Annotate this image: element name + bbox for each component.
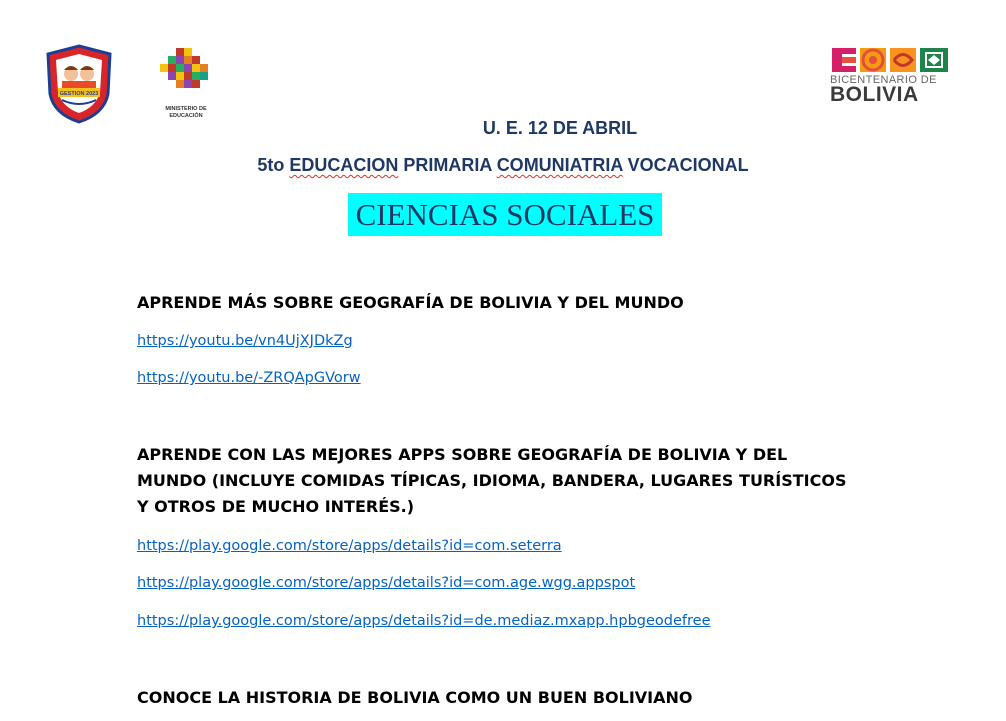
svg-text:GESTION 2023: GESTION 2023 — [60, 91, 99, 97]
bicentenario-logo: BICENTENARIO DE BOLIVIA — [830, 46, 952, 106]
grade-prefix: 5to — [257, 155, 290, 175]
school-crest-logo: GESTION 2023 — [44, 44, 114, 124]
youtube-link[interactable]: https://youtu.be/-ZRQApGVorw — [137, 370, 361, 386]
grade-word-educacion: EDUCACION — [289, 155, 399, 175]
grade-word-comuniatria: COMUNIATRIA — [496, 155, 623, 175]
play-store-link[interactable]: https://play.google.com/store/apps/detai… — [137, 613, 711, 629]
grade-suffix: VOCACIONAL — [622, 155, 749, 175]
play-store-link[interactable]: https://play.google.com/store/apps/detai… — [137, 575, 635, 591]
ministry-logo: MINISTERIO DE EDUCACIÓN — [152, 44, 220, 124]
section-heading: APRENDE MÁS SOBRE GEOGRAFÍA DE BOLIVIA Y… — [137, 293, 684, 312]
subject-title: CIENCIAS SOCIALES — [348, 193, 662, 236]
section-heading: APRENDE CON LAS MEJORES APPS SOBRE GEOGR… — [137, 445, 847, 516]
school-name: U. E. 12 DE ABRIL — [482, 118, 638, 138]
section-heading: CONOCE LA HISTORIA DE BOLIVIA COMO UN BU… — [137, 688, 693, 707]
play-store-link[interactable]: https://play.google.com/store/apps/detai… — [137, 538, 562, 554]
grade-mid: PRIMARIA — [398, 155, 497, 175]
youtube-link[interactable]: https://youtu.be/vn4UjXJDkZg — [137, 333, 353, 349]
bolivia-label: BOLIVIA — [830, 83, 919, 106]
grade-line: 5to EDUCACION PRIMARIA COMUNIATRIA VOCAC… — [0, 155, 1006, 176]
